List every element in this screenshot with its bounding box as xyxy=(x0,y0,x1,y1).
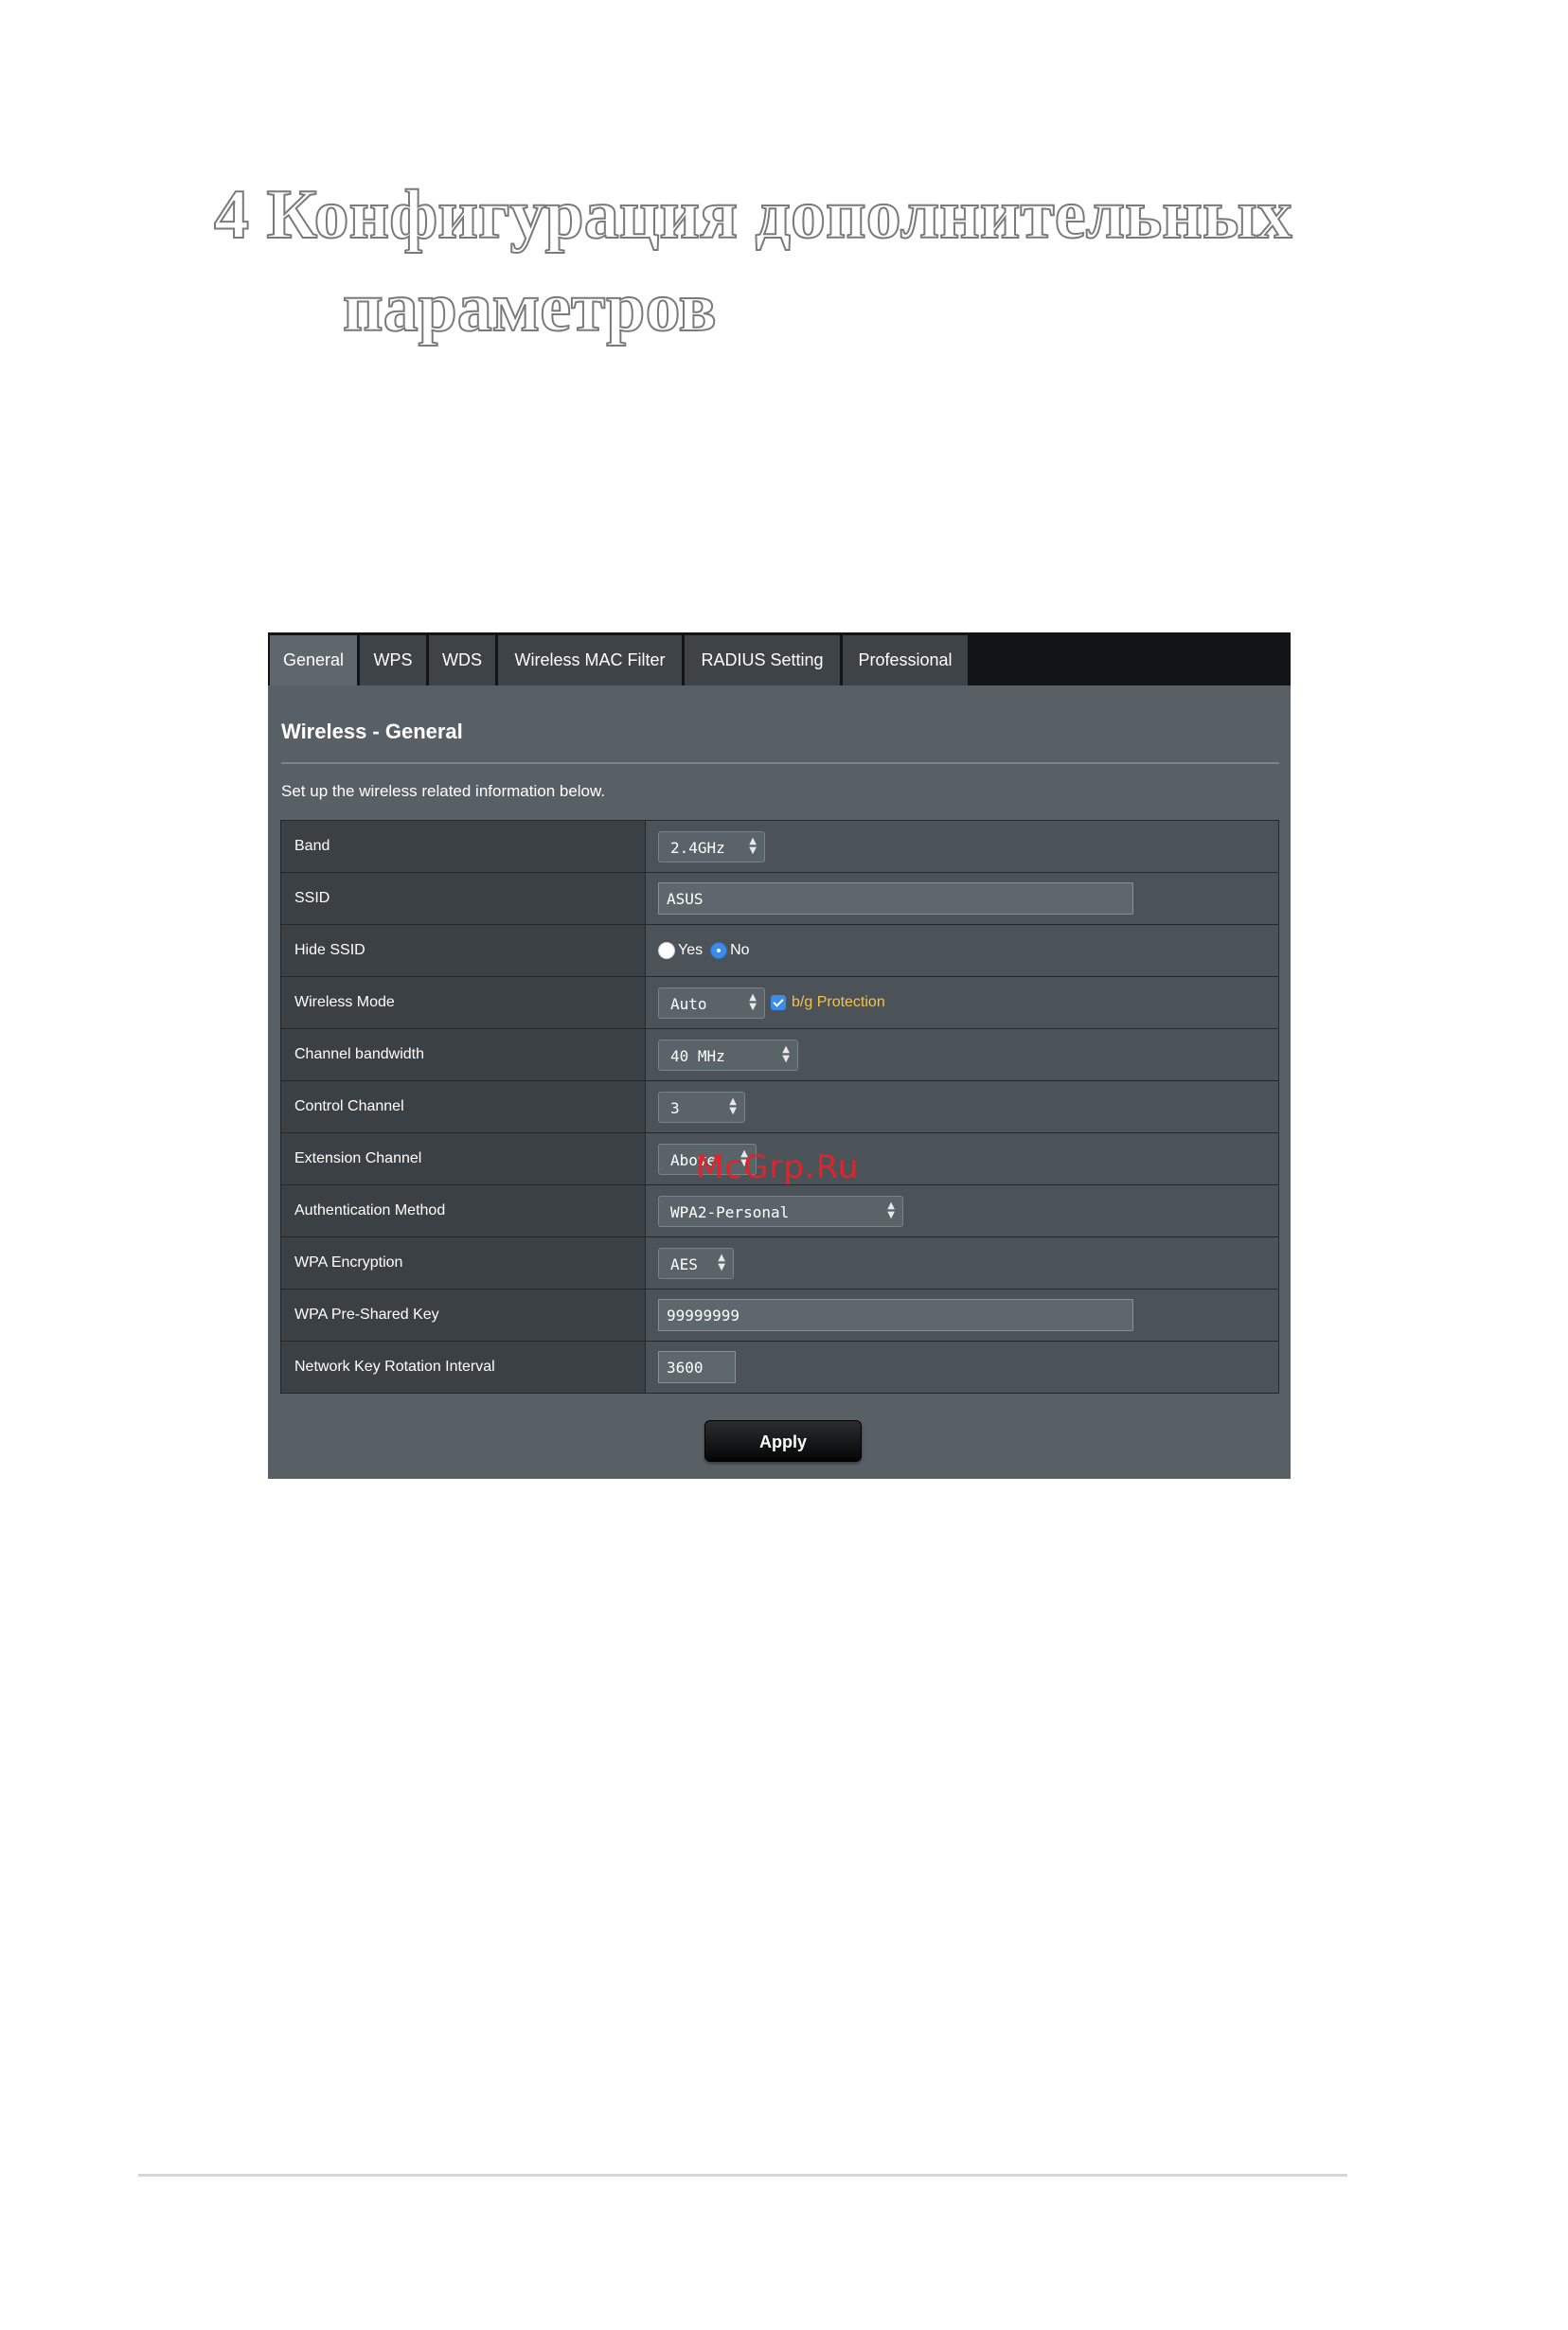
channel-bandwidth-label: Channel bandwidth xyxy=(280,1028,646,1081)
table-row: WPA Pre-Shared Key 99999999 xyxy=(280,1289,1279,1342)
wireless-mode-label: Wireless Mode xyxy=(280,976,646,1029)
authentication-method-select-value: WPA2-Personal xyxy=(670,1202,790,1221)
apply-button[interactable]: Apply xyxy=(704,1420,862,1462)
hide-ssid-yes-label: Yes xyxy=(678,941,704,958)
channel-bandwidth-select[interactable]: 40 MHz ▲ ▼ xyxy=(658,1039,798,1071)
key-rotation-label: Network Key Rotation Interval xyxy=(280,1341,646,1394)
wpa-encryption-select[interactable]: AES ▲ ▼ xyxy=(658,1247,734,1279)
bg-protection-checkbox[interactable] xyxy=(771,995,786,1010)
table-row: WPA Encryption AES ▲ ▼ xyxy=(280,1236,1279,1290)
tab-wireless-mac-filter[interactable]: Wireless MAC Filter xyxy=(498,635,682,685)
up-down-arrows-icon: ▲ ▼ xyxy=(887,1201,895,1220)
table-row: Wireless Mode Auto ▲ ▼ b/g Protection xyxy=(280,976,1279,1029)
settings-table: Band 2.4GHz ▲ ▼ SSID ASUS Hide SSID Yes No… xyxy=(280,820,1279,1394)
hide-ssid-no-radio[interactable] xyxy=(710,941,728,959)
up-down-arrows-icon: ▲ ▼ xyxy=(718,1253,725,1272)
wireless-mode-select[interactable]: Auto ▲ ▼ xyxy=(658,987,765,1019)
wpa-encryption-select-value: AES xyxy=(670,1254,698,1273)
tab-professional[interactable]: Professional xyxy=(843,635,968,685)
tab-wps[interactable]: WPS xyxy=(360,635,426,685)
table-row: Channel bandwidth 40 MHz ▲ ▼ xyxy=(280,1028,1279,1081)
tab-wds[interactable]: WDS xyxy=(429,635,495,685)
authentication-method-select[interactable]: WPA2-Personal ▲ ▼ xyxy=(658,1195,903,1227)
watermark: McGrp.Ru xyxy=(696,1148,860,1186)
chapter-title-line2: параметров xyxy=(342,268,718,347)
hide-ssid-no-label: No xyxy=(730,941,750,958)
section-description: Set up the wireless related information … xyxy=(281,782,606,800)
up-down-arrows-icon: ▲ ▼ xyxy=(749,836,757,856)
router-settings-screenshot: General WPS WDS Wireless MAC Filter RADI… xyxy=(268,632,1291,1479)
extension-channel-label: Extension Channel xyxy=(280,1132,646,1185)
up-down-arrows-icon: ▲ ▼ xyxy=(749,992,757,1012)
wpa-psk-label: WPA Pre-Shared Key xyxy=(280,1289,646,1342)
table-row: Control Channel 3 ▲ ▼ xyxy=(280,1080,1279,1133)
hide-ssid-yes-radio[interactable] xyxy=(658,941,675,959)
band-select-value: 2.4GHz xyxy=(670,838,725,857)
band-label: Band xyxy=(280,820,646,873)
bg-protection-label: b/g Protection xyxy=(792,994,885,1010)
table-row: Authentication Method WPA2-Personal ▲ ▼ xyxy=(280,1184,1279,1237)
section-divider xyxy=(281,762,1279,764)
hide-ssid-label: Hide SSID xyxy=(280,924,646,977)
chapter-title: 4 Конфигурация дополнительных параметров xyxy=(213,169,1293,354)
tab-bar: General WPS WDS Wireless MAC Filter RADI… xyxy=(268,632,1291,685)
ssid-input[interactable]: ASUS xyxy=(658,882,1133,915)
ssid-label: SSID xyxy=(280,872,646,925)
control-channel-select[interactable]: 3 ▲ ▼ xyxy=(658,1091,745,1123)
chapter-title-line1: 4 Конфигурация дополнительных xyxy=(213,175,1293,255)
channel-bandwidth-select-value: 40 MHz xyxy=(670,1046,725,1065)
key-rotation-input[interactable]: 3600 xyxy=(658,1351,736,1383)
tab-general[interactable]: General xyxy=(270,635,357,685)
wpa-encryption-label: WPA Encryption xyxy=(280,1236,646,1290)
control-channel-label: Control Channel xyxy=(280,1080,646,1133)
wireless-mode-select-value: Auto xyxy=(670,994,707,1013)
wpa-psk-input[interactable]: 99999999 xyxy=(658,1299,1133,1331)
table-row: Hide SSID Yes No xyxy=(280,924,1279,977)
band-select[interactable]: 2.4GHz ▲ ▼ xyxy=(658,830,765,863)
tab-radius-setting[interactable]: RADIUS Setting xyxy=(685,635,840,685)
up-down-arrows-icon: ▲ ▼ xyxy=(729,1096,737,1116)
up-down-arrows-icon: ▲ ▼ xyxy=(782,1044,790,1064)
section-title: Wireless - General xyxy=(281,720,463,743)
footer-rule xyxy=(138,2174,1347,2177)
authentication-method-label: Authentication Method xyxy=(280,1184,646,1237)
table-row: Band 2.4GHz ▲ ▼ xyxy=(280,820,1279,873)
control-channel-select-value: 3 xyxy=(670,1098,680,1117)
table-row: SSID ASUS xyxy=(280,872,1279,925)
table-row: Network Key Rotation Interval 3600 xyxy=(280,1341,1279,1394)
